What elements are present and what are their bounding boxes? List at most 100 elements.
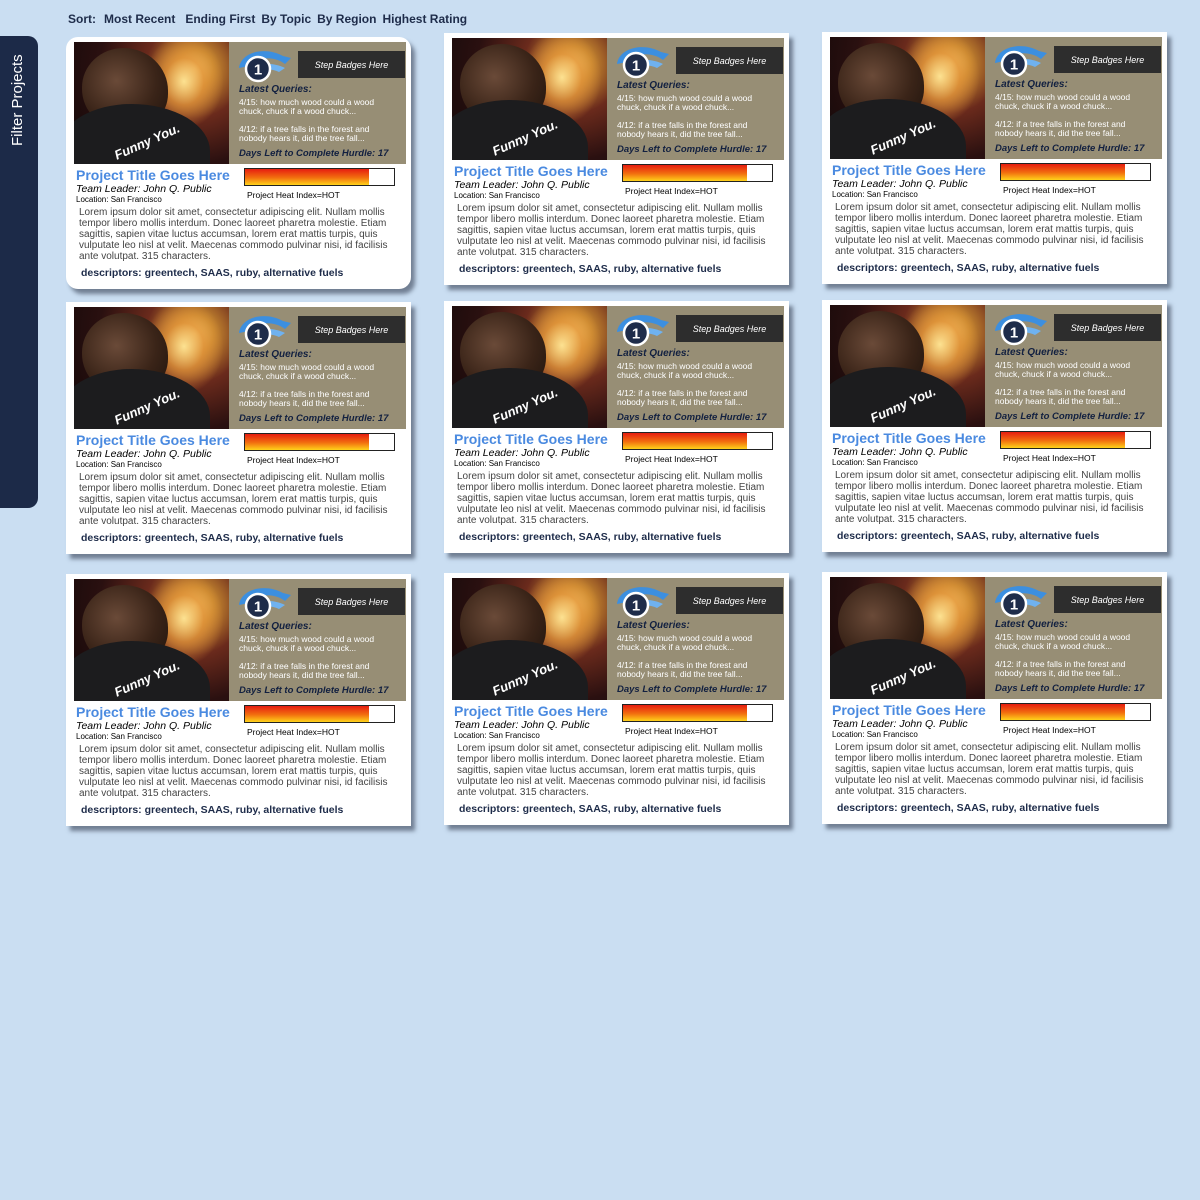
heat-index-label: Project Heat Index=HOT (247, 455, 340, 465)
query-item[interactable]: 4/15: how much wood could a wood chuck, … (617, 634, 777, 652)
heat-index-bar (622, 164, 773, 182)
project-location: Location: San Francisco (76, 460, 162, 469)
sort-most-recent[interactable]: Most Recent (104, 12, 175, 26)
query-item[interactable]: 4/12: if a tree falls in the forest and … (617, 389, 777, 407)
project-card[interactable]: Funny You. 1 Step Badges Here Latest Que… (822, 572, 1167, 824)
project-photo[interactable]: Funny You. (830, 305, 985, 427)
project-card[interactable]: Funny You. 1 Step Badges Here Latest Que… (66, 302, 411, 554)
filter-projects-tab[interactable]: Filter Projects (0, 36, 38, 508)
activity-panel: 1 Step Badges Here Latest Queries: 4/15:… (985, 305, 1162, 427)
query-item[interactable]: 4/12: if a tree falls in the forest and … (617, 661, 777, 679)
project-photo[interactable]: Funny You. (830, 37, 985, 159)
step-badges-button[interactable]: Step Badges Here (1054, 46, 1161, 73)
step-badges-button[interactable]: Step Badges Here (298, 588, 405, 615)
project-card[interactable]: Funny You. 1 Step Badges Here Latest Que… (66, 37, 411, 289)
step-badge-icon[interactable]: 1 (991, 41, 1049, 81)
step-badges-button[interactable]: Step Badges Here (298, 51, 405, 78)
query-item[interactable]: 4/15: how much wood could a wood chuck, … (995, 633, 1155, 651)
badge-number: 1 (1010, 597, 1018, 614)
project-title[interactable]: Project Title Goes Here (76, 704, 230, 720)
project-description: Lorem ipsum dolor sit amet, consectetur … (79, 207, 388, 262)
heat-index-fill (245, 169, 369, 185)
step-badge-icon[interactable]: 1 (235, 46, 293, 86)
step-badges-button[interactable]: Step Badges Here (1054, 314, 1161, 341)
project-title[interactable]: Project Title Goes Here (454, 703, 608, 719)
step-badge-icon[interactable]: 1 (613, 582, 671, 622)
project-card[interactable]: Funny You. 1 Step Badges Here Latest Que… (444, 33, 789, 285)
query-item[interactable]: 4/12: if a tree falls in the forest and … (239, 125, 399, 143)
query-item[interactable]: 4/15: how much wood could a wood chuck, … (239, 635, 399, 653)
step-badge-icon[interactable]: 1 (235, 311, 293, 351)
project-photo[interactable]: Funny You. (452, 38, 607, 160)
step-badge-icon[interactable]: 1 (991, 581, 1049, 621)
days-left-text: Days Left to Complete Hurdle: 17 (239, 413, 389, 424)
project-card[interactable]: Funny You. 1 Step Badges Here Latest Que… (444, 573, 789, 825)
query-item[interactable]: 4/12: if a tree falls in the forest and … (239, 662, 399, 680)
heat-index-label: Project Heat Index=HOT (1003, 725, 1096, 735)
project-location: Location: San Francisco (454, 731, 540, 740)
project-photo[interactable]: Funny You. (830, 577, 985, 699)
sort-ending-first[interactable]: Ending First (185, 12, 255, 26)
project-title[interactable]: Project Title Goes Here (832, 702, 986, 718)
project-photo[interactable]: Funny You. (74, 42, 229, 164)
project-location: Location: San Francisco (76, 195, 162, 204)
query-item[interactable]: 4/12: if a tree falls in the forest and … (995, 660, 1155, 678)
days-left-text: Days Left to Complete Hurdle: 17 (617, 412, 767, 423)
sort-highest-rating[interactable]: Highest Rating (382, 12, 467, 26)
project-descriptors: descriptors: greentech, SAAS, ruby, alte… (837, 802, 1100, 814)
heat-index-label: Project Heat Index=HOT (625, 186, 718, 196)
step-badges-button[interactable]: Step Badges Here (1054, 586, 1161, 613)
step-badge-icon[interactable]: 1 (235, 583, 293, 623)
query-item[interactable]: 4/15: how much wood could a wood chuck, … (239, 363, 399, 381)
latest-queries-heading: Latest Queries: (239, 349, 312, 360)
sort-by-topic[interactable]: By Topic (261, 12, 311, 26)
query-item[interactable]: 4/12: if a tree falls in the forest and … (239, 390, 399, 408)
heat-index-bar (1000, 703, 1151, 721)
project-title[interactable]: Project Title Goes Here (76, 167, 230, 183)
query-item[interactable]: 4/15: how much wood could a wood chuck, … (995, 361, 1155, 379)
heat-index-label: Project Heat Index=HOT (247, 727, 340, 737)
project-title[interactable]: Project Title Goes Here (454, 431, 608, 447)
days-left-text: Days Left to Complete Hurdle: 17 (239, 685, 389, 696)
project-title[interactable]: Project Title Goes Here (832, 430, 986, 446)
project-card[interactable]: Funny You. 1 Step Badges Here Latest Que… (822, 300, 1167, 552)
project-descriptors: descriptors: greentech, SAAS, ruby, alte… (837, 530, 1100, 542)
heat-index-label: Project Heat Index=HOT (1003, 185, 1096, 195)
query-item[interactable]: 4/15: how much wood could a wood chuck, … (995, 93, 1155, 111)
project-location: Location: San Francisco (454, 459, 540, 468)
query-item[interactable]: 4/15: how much wood could a wood chuck, … (617, 94, 777, 112)
step-badges-button[interactable]: Step Badges Here (676, 587, 783, 614)
project-photo[interactable]: Funny You. (452, 306, 607, 428)
step-badge-icon[interactable]: 1 (613, 42, 671, 82)
step-badges-button[interactable]: Step Badges Here (676, 47, 783, 74)
query-item[interactable]: 4/15: how much wood could a wood chuck, … (617, 362, 777, 380)
step-badge-icon[interactable]: 1 (613, 310, 671, 350)
team-leader: Team Leader: John Q. Public (454, 447, 590, 459)
team-leader: Team Leader: John Q. Public (76, 448, 212, 460)
activity-panel: 1 Step Badges Here Latest Queries: 4/15:… (607, 578, 784, 700)
project-photo[interactable]: Funny You. (74, 307, 229, 429)
latest-queries-heading: Latest Queries: (617, 348, 690, 359)
query-item[interactable]: 4/12: if a tree falls in the forest and … (995, 120, 1155, 138)
project-card[interactable]: Funny You. 1 Step Badges Here Latest Que… (444, 301, 789, 553)
step-badge-icon[interactable]: 1 (991, 309, 1049, 349)
project-photo[interactable]: Funny You. (74, 579, 229, 701)
step-badges-button[interactable]: Step Badges Here (676, 315, 783, 342)
project-card[interactable]: Funny You. 1 Step Badges Here Latest Que… (66, 574, 411, 826)
heat-index-label: Project Heat Index=HOT (1003, 453, 1096, 463)
step-badges-button[interactable]: Step Badges Here (298, 316, 405, 343)
heat-index-fill (245, 434, 369, 450)
badge-number: 1 (254, 62, 262, 79)
project-title[interactable]: Project Title Goes Here (454, 163, 608, 179)
query-item[interactable]: 4/12: if a tree falls in the forest and … (617, 121, 777, 139)
project-photo[interactable]: Funny You. (452, 578, 607, 700)
project-title[interactable]: Project Title Goes Here (76, 432, 230, 448)
sort-by-region[interactable]: By Region (317, 12, 376, 26)
badge-number: 1 (632, 598, 640, 615)
project-descriptors: descriptors: greentech, SAAS, ruby, alte… (459, 531, 722, 543)
project-card[interactable]: Funny You. 1 Step Badges Here Latest Que… (822, 32, 1167, 284)
days-left-text: Days Left to Complete Hurdle: 17 (617, 144, 767, 155)
query-item[interactable]: 4/12: if a tree falls in the forest and … (995, 388, 1155, 406)
query-item[interactable]: 4/15: how much wood could a wood chuck, … (239, 98, 399, 116)
project-title[interactable]: Project Title Goes Here (832, 162, 986, 178)
